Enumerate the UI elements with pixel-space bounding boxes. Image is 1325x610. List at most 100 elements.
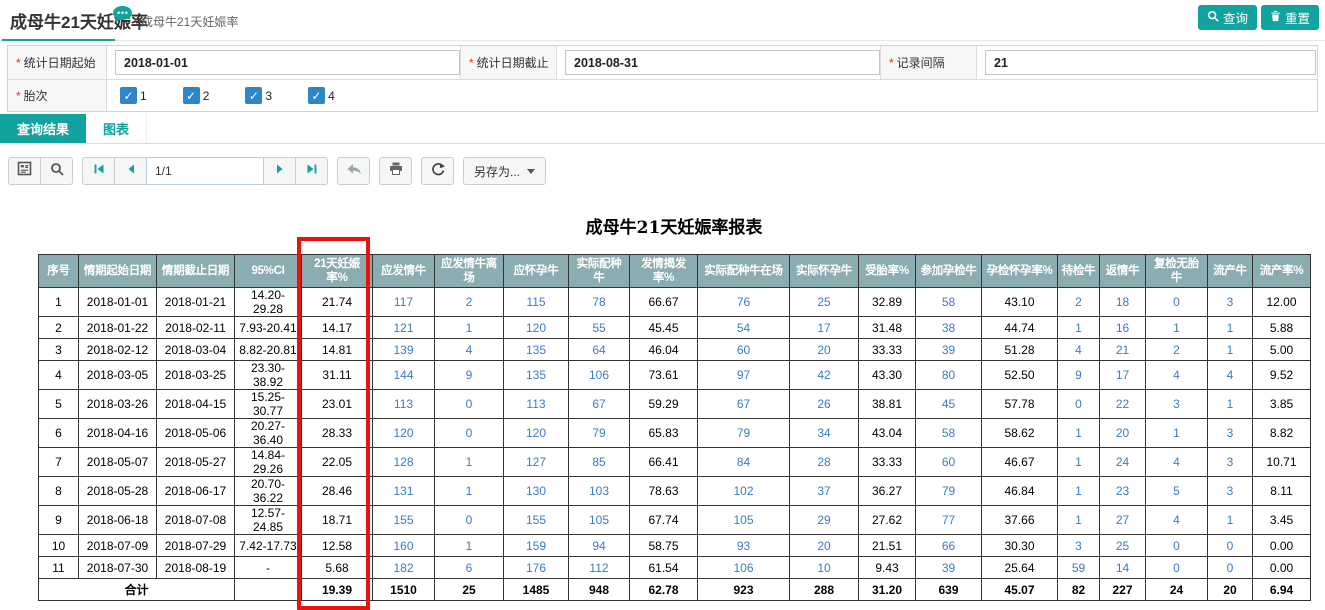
cell-link[interactable]: 120 <box>373 419 435 448</box>
query-button[interactable]: 查询 <box>1198 5 1257 30</box>
reset-button[interactable]: 重置 <box>1261 5 1319 30</box>
tab-chart[interactable]: 图表 <box>86 114 147 143</box>
tab-query-results[interactable]: 查询结果 <box>0 114 86 143</box>
cell-link[interactable]: 3 <box>1146 390 1208 419</box>
parity-checkbox[interactable]: ✓1 <box>120 87 147 104</box>
undo-button[interactable] <box>337 157 370 185</box>
cell-link[interactable]: 29 <box>790 506 859 535</box>
cell-link[interactable]: 130 <box>504 477 569 506</box>
parity-checkbox[interactable]: ✓4 <box>308 87 335 104</box>
report-settings-button[interactable] <box>8 157 41 185</box>
cell-link[interactable]: 112 <box>569 557 630 579</box>
cell-link[interactable]: 60 <box>916 448 982 477</box>
cell-link[interactable]: 159 <box>504 535 569 557</box>
parity-checkbox[interactable]: ✓3 <box>245 87 272 104</box>
cell-link[interactable]: 17 <box>790 317 859 339</box>
cell-link[interactable]: 37 <box>790 477 859 506</box>
cell-link[interactable]: 2 <box>1146 339 1208 361</box>
cell-link[interactable]: 3 <box>1058 535 1100 557</box>
interval-input[interactable] <box>985 50 1316 75</box>
cell-link[interactable]: 58 <box>916 419 982 448</box>
cell-link[interactable]: 117 <box>373 288 435 317</box>
cell-link[interactable]: 39 <box>916 557 982 579</box>
cell-link[interactable]: 94 <box>569 535 630 557</box>
cell-link[interactable]: 20 <box>790 339 859 361</box>
checkbox-icon[interactable]: ✓ <box>308 87 325 104</box>
cell-link[interactable]: 18 <box>1100 288 1146 317</box>
cell-link[interactable]: 1 <box>435 535 504 557</box>
cell-link[interactable]: 4 <box>1058 339 1100 361</box>
cell-link[interactable]: 4 <box>435 339 504 361</box>
cell-link[interactable]: 3 <box>1208 448 1253 477</box>
cell-link[interactable]: 27 <box>1100 506 1146 535</box>
cell-link[interactable]: 160 <box>373 535 435 557</box>
cell-link[interactable]: 106 <box>698 557 790 579</box>
cell-link[interactable]: 84 <box>698 448 790 477</box>
cell-link[interactable]: 1 <box>435 317 504 339</box>
cell-link[interactable]: 144 <box>373 361 435 390</box>
prev-page-button[interactable] <box>114 157 147 185</box>
cell-link[interactable]: 4 <box>1146 361 1208 390</box>
cell-link[interactable]: 1 <box>435 477 504 506</box>
cell-link[interactable]: 121 <box>373 317 435 339</box>
cell-link[interactable]: 113 <box>373 390 435 419</box>
cell-link[interactable]: 23 <box>1100 477 1146 506</box>
cell-link[interactable]: 0 <box>1058 390 1100 419</box>
cell-link[interactable]: 0 <box>1146 288 1208 317</box>
cell-link[interactable]: 105 <box>698 506 790 535</box>
cell-link[interactable]: 20 <box>1100 419 1146 448</box>
cell-link[interactable]: 1 <box>1058 419 1100 448</box>
cell-link[interactable]: 10 <box>790 557 859 579</box>
cell-link[interactable]: 59 <box>1058 557 1100 579</box>
save-as-dropdown[interactable]: 另存为... <box>463 157 546 185</box>
cell-link[interactable]: 20 <box>790 535 859 557</box>
cell-link[interactable]: 45 <box>916 390 982 419</box>
cell-link[interactable]: 25 <box>790 288 859 317</box>
comment-bubble-icon[interactable] <box>112 5 133 29</box>
cell-link[interactable]: 55 <box>569 317 630 339</box>
cell-link[interactable]: 4 <box>1146 448 1208 477</box>
cell-link[interactable]: 21 <box>1100 339 1146 361</box>
next-page-button[interactable] <box>263 157 296 185</box>
cell-link[interactable]: 1 <box>1208 339 1253 361</box>
cell-link[interactable]: 5 <box>1146 477 1208 506</box>
start-date-input[interactable] <box>115 50 460 75</box>
cell-link[interactable]: 0 <box>435 506 504 535</box>
cell-link[interactable]: 60 <box>698 339 790 361</box>
cell-link[interactable]: 34 <box>790 419 859 448</box>
cell-link[interactable]: 9 <box>435 361 504 390</box>
cell-link[interactable]: 176 <box>504 557 569 579</box>
cell-link[interactable]: 79 <box>916 477 982 506</box>
cell-link[interactable]: 17 <box>1100 361 1146 390</box>
cell-link[interactable]: 2 <box>435 288 504 317</box>
cell-link[interactable]: 78 <box>569 288 630 317</box>
cell-link[interactable]: 1 <box>435 448 504 477</box>
cell-link[interactable]: 128 <box>373 448 435 477</box>
cell-link[interactable]: 85 <box>569 448 630 477</box>
cell-link[interactable]: 155 <box>373 506 435 535</box>
cell-link[interactable]: 1 <box>1208 390 1253 419</box>
cell-link[interactable]: 39 <box>916 339 982 361</box>
checkbox-icon[interactable]: ✓ <box>245 87 262 104</box>
cell-link[interactable]: 135 <box>504 361 569 390</box>
end-date-input[interactable] <box>565 50 880 75</box>
cell-link[interactable]: 115 <box>504 288 569 317</box>
cell-link[interactable]: 97 <box>698 361 790 390</box>
cell-link[interactable]: 120 <box>504 317 569 339</box>
cell-link[interactable]: 3 <box>1208 477 1253 506</box>
checkbox-icon[interactable]: ✓ <box>183 87 200 104</box>
cell-link[interactable]: 182 <box>373 557 435 579</box>
cell-link[interactable]: 103 <box>569 477 630 506</box>
cell-link[interactable]: 120 <box>504 419 569 448</box>
checkbox-icon[interactable]: ✓ <box>120 87 137 104</box>
parity-checkbox[interactable]: ✓2 <box>183 87 210 104</box>
cell-link[interactable]: 42 <box>790 361 859 390</box>
cell-link[interactable]: 139 <box>373 339 435 361</box>
cell-link[interactable]: 9 <box>1058 361 1100 390</box>
cell-link[interactable]: 0 <box>1208 535 1253 557</box>
cell-link[interactable]: 0 <box>1208 557 1253 579</box>
page-number-input[interactable] <box>146 157 264 185</box>
cell-link[interactable]: 22 <box>1100 390 1146 419</box>
cell-link[interactable]: 0 <box>435 390 504 419</box>
cell-link[interactable]: 93 <box>698 535 790 557</box>
